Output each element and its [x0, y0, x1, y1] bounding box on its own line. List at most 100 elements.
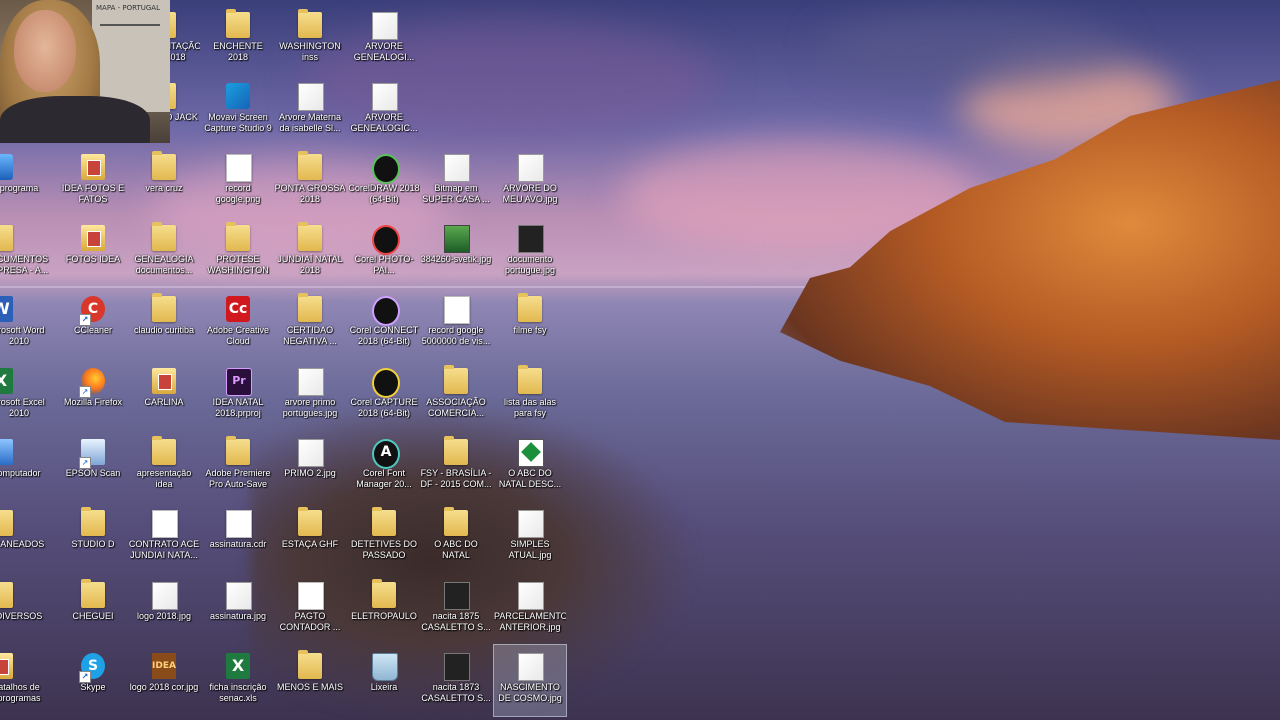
desktop-icon-label: EPSON Scan [65, 468, 121, 478]
video-icon [444, 653, 470, 681]
desktop-icon[interactable]: Corel PHOTO-PAI... [348, 217, 420, 288]
desktop-icon[interactable]: record google.png [202, 146, 274, 217]
desktop-icon[interactable]: Mozilla Firefox [57, 360, 129, 431]
desktop-icon[interactable]: NASCIMENTO DE COSMO.jpg [493, 644, 567, 717]
desktop-icon-label: DIVERSOS [0, 611, 43, 621]
desktop-icon[interactable]: OCUMENTOS MPRESA - A... [0, 217, 55, 288]
desktop-icon[interactable]: atalhos de programas [0, 645, 55, 716]
desktop-icon[interactable]: ELETROPAULO [348, 574, 420, 645]
desktop-icon[interactable]: nacita 1875 CASALETTO S... [420, 574, 492, 645]
desktop-icon[interactable]: CCCleaner [57, 288, 129, 359]
desktop-icon[interactable]: CONTRATO ACE JUNDIAI NATA... [128, 502, 200, 573]
desktop-icon[interactable]: Pr IDEA NATAL 2018.prproj [202, 360, 274, 431]
desktop-icon[interactable]: O ABC DO NATAL DESC... [494, 431, 566, 502]
desktop-icon-label: documento portugue.jpg [504, 254, 556, 275]
desktop-icon-label: claudio curitiba [133, 325, 195, 335]
desktop-icon[interactable]: Cc Adobe Creative Cloud [202, 288, 274, 359]
desktop-icon[interactable]: Wcrosoft Word 2010 [0, 288, 55, 359]
desktop-icon[interactable]: 384260-svetik.jpg [420, 217, 492, 288]
desktop-icon[interactable]: PRIMO 2.jpg [274, 431, 346, 502]
desktop-icon[interactable]: DIVERSOS [0, 574, 55, 645]
desktop-icon[interactable]: MENOS E MAIS [274, 645, 346, 716]
file-icon [226, 154, 252, 182]
desktop-icon-label: NASCIMENTO DE COSMO.jpg [498, 682, 562, 703]
desktop-icon[interactable]: EPSON Scan [57, 431, 129, 502]
desktop-icon-label: OCUMENTOS MPRESA - A... [0, 254, 49, 275]
desktop-icon-label: vera cruz [145, 183, 183, 193]
desktop-icon[interactable]: Xficha inscrição senac.xls [202, 645, 274, 716]
desktop-icon[interactable]: Corel CAPTURE 2018 (64-Bit) [348, 360, 420, 431]
desktop-icon[interactable]: GENEALOGIA documentos... [128, 217, 200, 288]
desktop-icon[interactable]: CHEGUEI [57, 574, 129, 645]
desktop-icon[interactable]: omputador [0, 431, 55, 502]
desktop-icon[interactable]: ENCHENTE 2018 [202, 4, 274, 75]
desktop-icon-label: ARVORE GENEALOGIC... [350, 112, 418, 133]
desktop-icon[interactable]: documento portugue.jpg [494, 217, 566, 288]
fontmgr-icon: A [372, 439, 400, 469]
desktop-icon[interactable]: WASHINGTON inss [274, 4, 346, 75]
desktop-icon[interactable]: PROTESE WASHINGTON [202, 217, 274, 288]
desktop-icon[interactable]: Adobe Premiere Pro Auto-Save [202, 431, 274, 502]
desktop-icon[interactable]: SIMPLES ATUAL.jpg [494, 502, 566, 573]
desktop-icon[interactable]: nacita 1873 CASALETTO S... [420, 645, 492, 716]
desktop-icon[interactable]: filme fsy [494, 288, 566, 359]
desktop-icon[interactable]: Arvore Materna da isabelle Sl... [274, 75, 346, 146]
desktop-icon[interactable]: assinatura.cdr [202, 502, 274, 573]
desktop-icon[interactable]: Bitmap em SUPER CASA ... [420, 146, 492, 217]
desktop-icon-label: PAGTO CONTADOR ... [279, 611, 341, 632]
desktop-icon[interactable]: CERTIDAO NEGATIVA ... [274, 288, 346, 359]
desktop-icon-label: ARVORE DO MEU AVO.jpg [502, 183, 558, 204]
desktop-icon[interactable]: logo 2018.jpg [128, 574, 200, 645]
desktop-icon-label: nacita 1875 CASALETTO S... [421, 611, 491, 632]
desktop-icon[interactable]: FOTOS IDEA [57, 217, 129, 288]
person-face [14, 10, 76, 92]
desktop-icon[interactable]: IDEA logo 2018 cor.jpg [128, 645, 200, 716]
desktop-icon[interactable]: ARVORE DO MEU AVO.jpg [494, 146, 566, 217]
desktop-icon[interactable]: ASSOCIAÇÃO COMERCIA... [420, 360, 492, 431]
desktop-icon[interactable]: PAGTO CONTADOR ... [274, 574, 346, 645]
desktop-icon[interactable]: O ABC DO NATAL [420, 502, 492, 573]
desktop-icon[interactable]: programa [0, 146, 55, 217]
desktop-icon[interactable]: arvore primo portugues.jpg [274, 360, 346, 431]
desktop-icon[interactable]: Movavi Screen Capture Studio 9 [202, 75, 274, 146]
desktop-icon[interactable]: apresentação idea [128, 431, 200, 502]
desktop-icon-label: Mozilla Firefox [63, 397, 122, 407]
desktop-icon[interactable]: DETETIVES DO PASSADO [348, 502, 420, 573]
image-icon [298, 368, 324, 396]
coreldraw-icon [372, 154, 400, 184]
desktop-icon[interactable]: CorelDRAW 2018 (64-Bit) [348, 146, 420, 217]
desktop-icon[interactable]: CANEADOS [0, 502, 55, 573]
desktop-icon-label: crosoft Excel 2010 [0, 397, 45, 418]
word-icon: W [0, 296, 13, 322]
desktop-icon[interactable]: ESTAÇA GHF [274, 502, 346, 573]
desktop-icon[interactable]: IDEA FOTOS E FATOS [57, 146, 129, 217]
desktop-icon[interactable]: PARCELAMENTO ANTERIOR.jpg [494, 574, 566, 645]
desktop-icon[interactable]: CARLINA [128, 360, 200, 431]
desktop-icon[interactable]: lista das alas para fsy [494, 360, 566, 431]
desktop-icon[interactable]: ARVORE GENEALOGI... [348, 4, 420, 75]
excel-icon: X [0, 368, 13, 394]
desktop-icon[interactable]: PONTA GROSSA 2018 [274, 146, 346, 217]
desktop-icon[interactable]: record google 5000000 de vis... [420, 288, 492, 359]
desktop-icon[interactable]: FSY - BRASÍLIA - DF - 2015 COM... [420, 431, 492, 502]
desktop-icon[interactable]: ARVORE GENEALOGIC... [348, 75, 420, 146]
desktop-icon-label: Corel CONNECT 2018 (64-Bit) [349, 325, 419, 346]
skype-icon: S [79, 653, 105, 683]
desktop-icon[interactable]: vera cruz [128, 146, 200, 217]
desktop-icon[interactable]: claudio curitiba [128, 288, 200, 359]
desktop-icon-label: lista das alas para fsy [503, 397, 557, 418]
desktop-icon[interactable]: Xcrosoft Excel 2010 [0, 360, 55, 431]
desktop-icon-label: Movavi Screen Capture Studio 9 [204, 112, 272, 133]
desktop-icon[interactable]: STUDIO D [57, 502, 129, 573]
desktop-icon-label: CCleaner [73, 325, 113, 335]
desktop-icon[interactable]: Corel CONNECT 2018 (64-Bit) [348, 288, 420, 359]
desktop-icon[interactable]: assinatura.jpg [202, 574, 274, 645]
desktop-icon-label: Adobe Premiere Pro Auto-Save [205, 468, 271, 489]
desktop-icon[interactable]: Lixeira [348, 645, 420, 716]
video-icon [444, 582, 470, 610]
desktop-icon-label: STUDIO D [71, 539, 115, 549]
desktop-icon-label: IDEA NATAL 2018.prproj [212, 397, 264, 418]
desktop-icon[interactable]: JUNDIAÍ NATAL 2018 [274, 217, 346, 288]
desktop-icon[interactable]: SSkype [57, 645, 129, 716]
desktop-icon[interactable]: A Corel Font Manager 20... [348, 431, 420, 502]
